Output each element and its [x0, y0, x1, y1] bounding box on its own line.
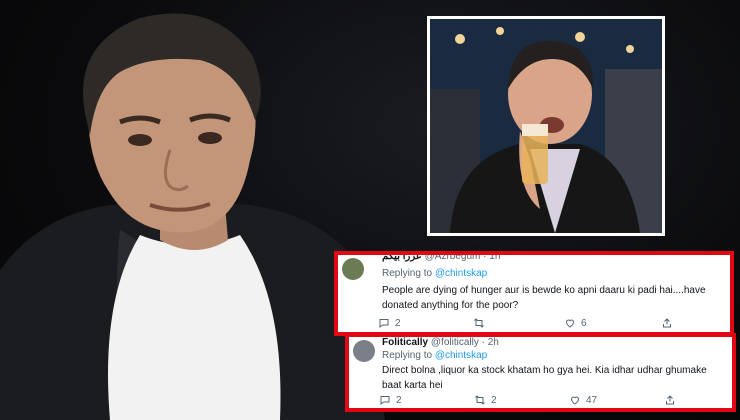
handle[interactable]: @Azrbegum [425, 255, 481, 262]
like-button[interactable]: 6 [564, 316, 587, 330]
tweet-card-1[interactable]: عزرا بیگم @Azrbegum · 1h Replying to @ch… [334, 251, 734, 336]
reply-icon [379, 319, 389, 329]
replying-to-line: Replying to @chintskap [382, 268, 487, 279]
timestamp[interactable]: · 1h [483, 255, 500, 262]
display-name[interactable]: Folitically [382, 337, 428, 348]
reply-count: 2 [395, 317, 401, 329]
tweet-text: People are dying of hunger aur is bewde … [382, 285, 706, 311]
avatar[interactable] [342, 258, 364, 280]
like-count: 47 [586, 394, 598, 406]
like-count: 6 [581, 317, 587, 329]
retweet-icon [474, 318, 484, 328]
tweet-actions: 2 2 47 [379, 393, 729, 407]
reply-icon [380, 396, 390, 406]
reply-count: 2 [396, 394, 402, 406]
share-button[interactable] [664, 393, 676, 407]
tweet-header: Folitically @folitically · 2h [382, 337, 499, 348]
mention-link[interactable]: @chintskap [435, 350, 487, 361]
retweet-button[interactable]: 2 [474, 393, 497, 407]
avatar[interactable] [353, 340, 375, 362]
share-icon [663, 318, 671, 328]
retweet-button[interactable] [473, 316, 485, 330]
tweet-card-2[interactable]: Folitically @folitically · 2h Replying t… [345, 333, 736, 412]
inset-photo-man-with-glass [427, 16, 665, 236]
tweet-header: عزرا بیگم @Azrbegum · 1h [382, 255, 500, 262]
heart-icon [565, 319, 575, 328]
display-name[interactable]: عزرا بیگم [382, 255, 422, 262]
mention-link[interactable]: @chintskap [435, 268, 487, 279]
reply-button[interactable]: 2 [379, 393, 402, 407]
replying-to-label: Replying to [382, 268, 433, 279]
share-icon [666, 395, 674, 405]
handle[interactable]: @folitically [431, 337, 479, 348]
like-button[interactable]: 47 [569, 393, 597, 407]
tweet-actions: 2 6 [378, 316, 728, 330]
replying-to-label: Replying to [382, 350, 433, 361]
replying-to-line: Replying to @chintskap [382, 350, 487, 361]
timestamp[interactable]: · 2h [482, 337, 499, 348]
retweet-count: 2 [491, 394, 497, 406]
retweet-icon [475, 395, 485, 405]
heart-icon [570, 396, 580, 405]
tweet-text: Direct bolna ,liquor ka stock khatam ho … [382, 365, 707, 391]
reply-button[interactable]: 2 [378, 316, 401, 330]
share-button[interactable] [661, 316, 673, 330]
